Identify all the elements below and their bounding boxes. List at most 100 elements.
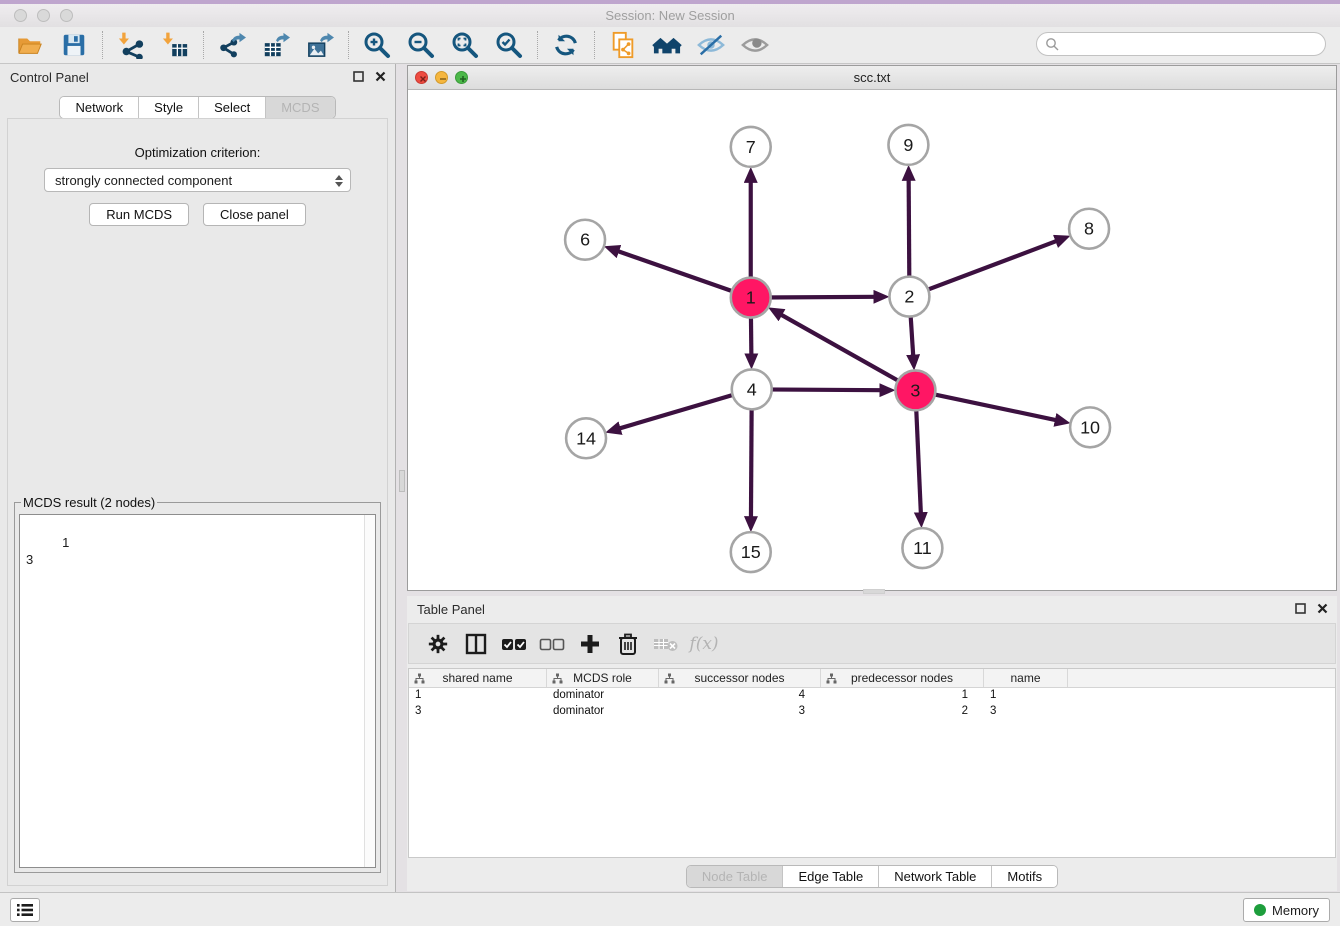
horizontal-splitter-handle[interactable] (863, 589, 885, 594)
dropdown-stepper-icon (333, 172, 345, 189)
mcds-result-textarea[interactable]: 1 3 (19, 514, 376, 868)
hide-selected-icon[interactable] (696, 30, 726, 60)
import-table-icon[interactable] (160, 30, 190, 60)
cell-successor-nodes[interactable]: 3 (659, 704, 821, 720)
tab-select[interactable]: Select (198, 97, 265, 118)
export-network-icon[interactable] (217, 30, 247, 60)
cell-MCDS-role[interactable]: dominator (547, 704, 659, 720)
add-column-icon[interactable] (575, 629, 605, 659)
column-header-shared-name[interactable]: shared name (409, 669, 547, 687)
cell-predecessor-nodes[interactable]: 1 (821, 688, 984, 704)
graph-node-9[interactable]: 9 (888, 125, 928, 165)
zoom-fit-icon[interactable] (450, 30, 480, 60)
network-minimize-button[interactable] (435, 71, 448, 84)
network-graph[interactable]: 7 9 6 8 1 2 4 3 14 10 15 11 (408, 90, 1336, 590)
task-history-button[interactable] (10, 898, 40, 922)
table-row[interactable]: 1dominator411 (409, 688, 1335, 704)
network-canvas[interactable]: 7 9 6 8 1 2 4 3 14 10 15 11 (408, 90, 1336, 590)
tab-edge-table[interactable]: Edge Table (782, 866, 878, 887)
cell-shared-name[interactable]: 3 (409, 704, 547, 720)
first-neighbors-icon[interactable] (652, 30, 682, 60)
cell-MCDS-role[interactable]: dominator (547, 688, 659, 704)
column-header-MCDS-role[interactable]: MCDS role (547, 669, 659, 687)
control-panel-header: Control Panel (0, 64, 395, 90)
save-session-icon[interactable] (59, 30, 89, 60)
select-all-icon[interactable] (499, 629, 529, 659)
tab-network[interactable]: Network (60, 97, 138, 118)
cell-predecessor-nodes[interactable]: 2 (821, 704, 984, 720)
table-toolbar: f(x) (408, 623, 1336, 664)
table-row[interactable]: 3dominator323 (409, 704, 1335, 720)
search-field (1036, 32, 1326, 56)
graph-node-15[interactable]: 15 (731, 532, 771, 572)
vertical-splitter-handle[interactable] (399, 470, 405, 492)
memory-status-dot (1254, 904, 1266, 916)
graph-node-4[interactable]: 4 (732, 369, 772, 409)
window-close-button[interactable] (14, 9, 27, 22)
show-all-icon[interactable] (740, 30, 770, 60)
graph-node-10[interactable]: 10 (1070, 407, 1110, 447)
graph-edge-2-8[interactable] (909, 241, 1057, 297)
zoom-selected-icon[interactable] (494, 30, 524, 60)
import-network-icon[interactable] (116, 30, 146, 60)
node-table[interactable]: shared nameMCDS rolesuccessor nodesprede… (408, 668, 1336, 858)
column-header-successor-nodes[interactable]: successor nodes (659, 669, 821, 687)
close-table-panel-icon[interactable] (1315, 601, 1329, 615)
graph-node-14[interactable]: 14 (566, 418, 606, 458)
cell-shared-name[interactable]: 1 (409, 688, 547, 704)
cell-name[interactable]: 1 (984, 688, 1068, 704)
column-header-predecessor-nodes[interactable]: predecessor nodes (821, 669, 984, 687)
tab-network-table[interactable]: Network Table (878, 866, 991, 887)
svg-text:2: 2 (904, 287, 914, 307)
new-network-from-selection-icon[interactable] (608, 30, 638, 60)
graph-node-3[interactable]: 3 (895, 370, 935, 410)
table-panel-title: Table Panel (417, 602, 485, 617)
graph-node-7[interactable]: 7 (731, 127, 771, 167)
open-session-icon[interactable] (15, 30, 45, 60)
memory-label: Memory (1272, 903, 1319, 918)
refresh-view-icon[interactable] (551, 30, 581, 60)
window-zoom-button[interactable] (60, 9, 73, 22)
criterion-dropdown[interactable]: strongly connected component (44, 168, 351, 192)
network-zoom-button[interactable] (455, 71, 468, 84)
cell-name[interactable]: 3 (984, 704, 1068, 720)
toolbar-separator (537, 31, 538, 59)
column-header-name[interactable]: name (984, 669, 1068, 687)
delete-column-trash-icon[interactable] (613, 629, 643, 659)
network-window-title: scc.txt (408, 70, 1336, 85)
network-close-button[interactable] (415, 71, 428, 84)
zoom-out-icon[interactable] (406, 30, 436, 60)
run-mcds-button[interactable]: Run MCDS (89, 203, 189, 226)
memory-button[interactable]: Memory (1243, 898, 1330, 922)
float-panel-icon[interactable] (351, 69, 365, 83)
close-panel-icon[interactable] (373, 69, 387, 83)
graph-node-11[interactable]: 11 (902, 528, 942, 568)
float-table-panel-icon[interactable] (1293, 601, 1307, 615)
deselect-all-icon[interactable] (537, 629, 567, 659)
tab-style[interactable]: Style (138, 97, 198, 118)
zoom-in-icon[interactable] (362, 30, 392, 60)
toolbar-separator (348, 31, 349, 59)
search-input[interactable] (1059, 37, 1317, 51)
network-window-titlebar: scc.txt (408, 66, 1336, 90)
graph-edge-3-1[interactable] (780, 314, 915, 390)
svg-text:1: 1 (746, 288, 756, 308)
tab-mcds[interactable]: MCDS (265, 97, 334, 118)
table-settings-gear-icon[interactable] (423, 629, 453, 659)
graph-node-2[interactable]: 2 (889, 277, 929, 317)
graph-node-1[interactable]: 1 (731, 278, 771, 318)
right-area: scc.txt 7968124314101511 Table Panel (397, 64, 1340, 892)
tab-motifs[interactable]: Motifs (991, 866, 1057, 887)
export-image-icon[interactable] (305, 30, 335, 60)
graph-edge-3-10[interactable] (915, 390, 1056, 420)
window-minimize-button[interactable] (37, 9, 50, 22)
result-scrollbar[interactable] (364, 515, 375, 867)
cell-successor-nodes[interactable]: 4 (659, 688, 821, 704)
close-panel-button[interactable]: Close panel (203, 203, 306, 226)
toggle-column-panel-icon[interactable] (461, 629, 491, 659)
export-table-icon[interactable] (261, 30, 291, 60)
tab-node-table[interactable]: Node Table (687, 866, 783, 887)
graph-node-8[interactable]: 8 (1069, 209, 1109, 249)
graph-node-6[interactable]: 6 (565, 220, 605, 260)
optimization-criterion-label: Optimization criterion: (8, 145, 387, 160)
